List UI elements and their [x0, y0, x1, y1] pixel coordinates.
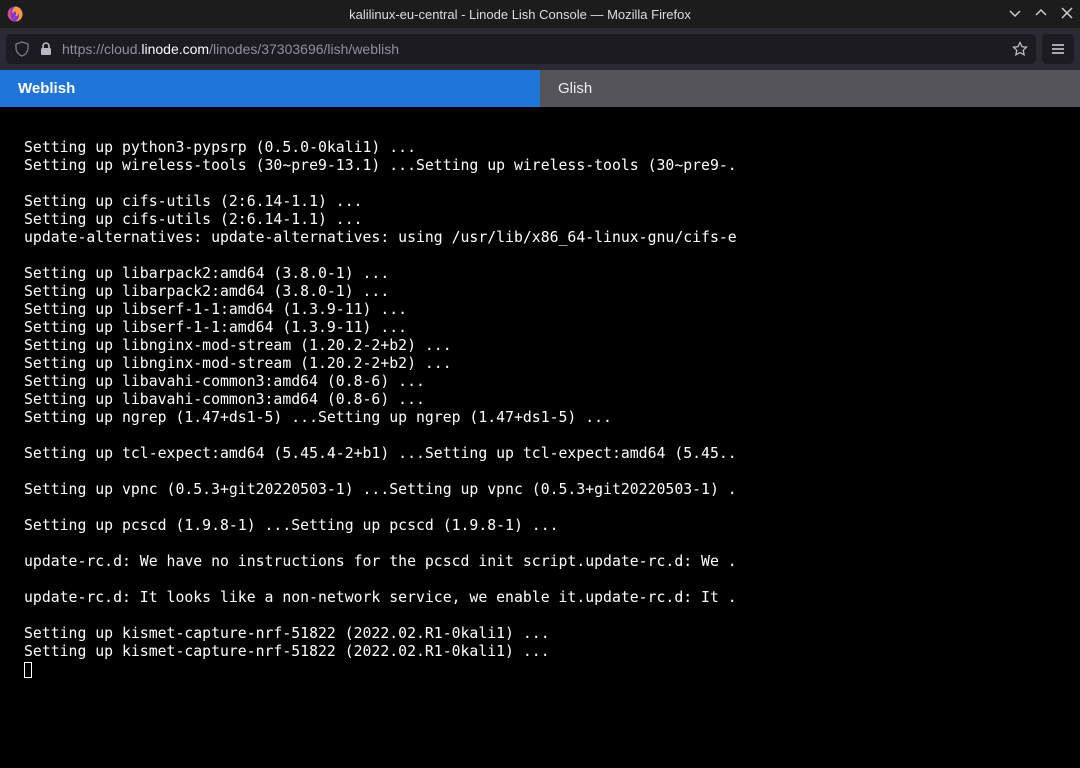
terminal-output[interactable]: Setting up python3-pypsrp (0.5.0-0kali1)… [0, 107, 1080, 695]
lish-tabs: Weblish Glish [0, 70, 1080, 107]
minimize-icon[interactable] [1008, 6, 1022, 23]
browser-navbar: https://cloud.linode.com/linodes/3730369… [0, 28, 1080, 70]
maximize-icon[interactable] [1034, 6, 1048, 23]
app-menu-button[interactable] [1042, 34, 1074, 64]
lock-icon [38, 41, 54, 57]
shield-icon [14, 41, 30, 57]
tab-label: Weblish [18, 80, 75, 97]
url-text: https://cloud.linode.com/linodes/3730369… [62, 41, 1004, 57]
tab-label: Glish [558, 80, 592, 97]
terminal-cursor [24, 662, 32, 678]
url-bar[interactable]: https://cloud.linode.com/linodes/3730369… [6, 34, 1036, 64]
tab-weblish[interactable]: Weblish [0, 70, 540, 107]
bookmark-star-icon[interactable] [1012, 41, 1028, 57]
window-titlebar: kalilinux-eu-central - Linode Lish Conso… [0, 0, 1080, 28]
terminal-lines: Setting up python3-pypsrp (0.5.0-0kali1)… [24, 139, 1056, 661]
tab-glish[interactable]: Glish [540, 70, 1080, 107]
window-title: kalilinux-eu-central - Linode Lish Conso… [32, 7, 1008, 22]
close-icon[interactable] [1060, 6, 1074, 23]
firefox-icon [6, 5, 24, 23]
